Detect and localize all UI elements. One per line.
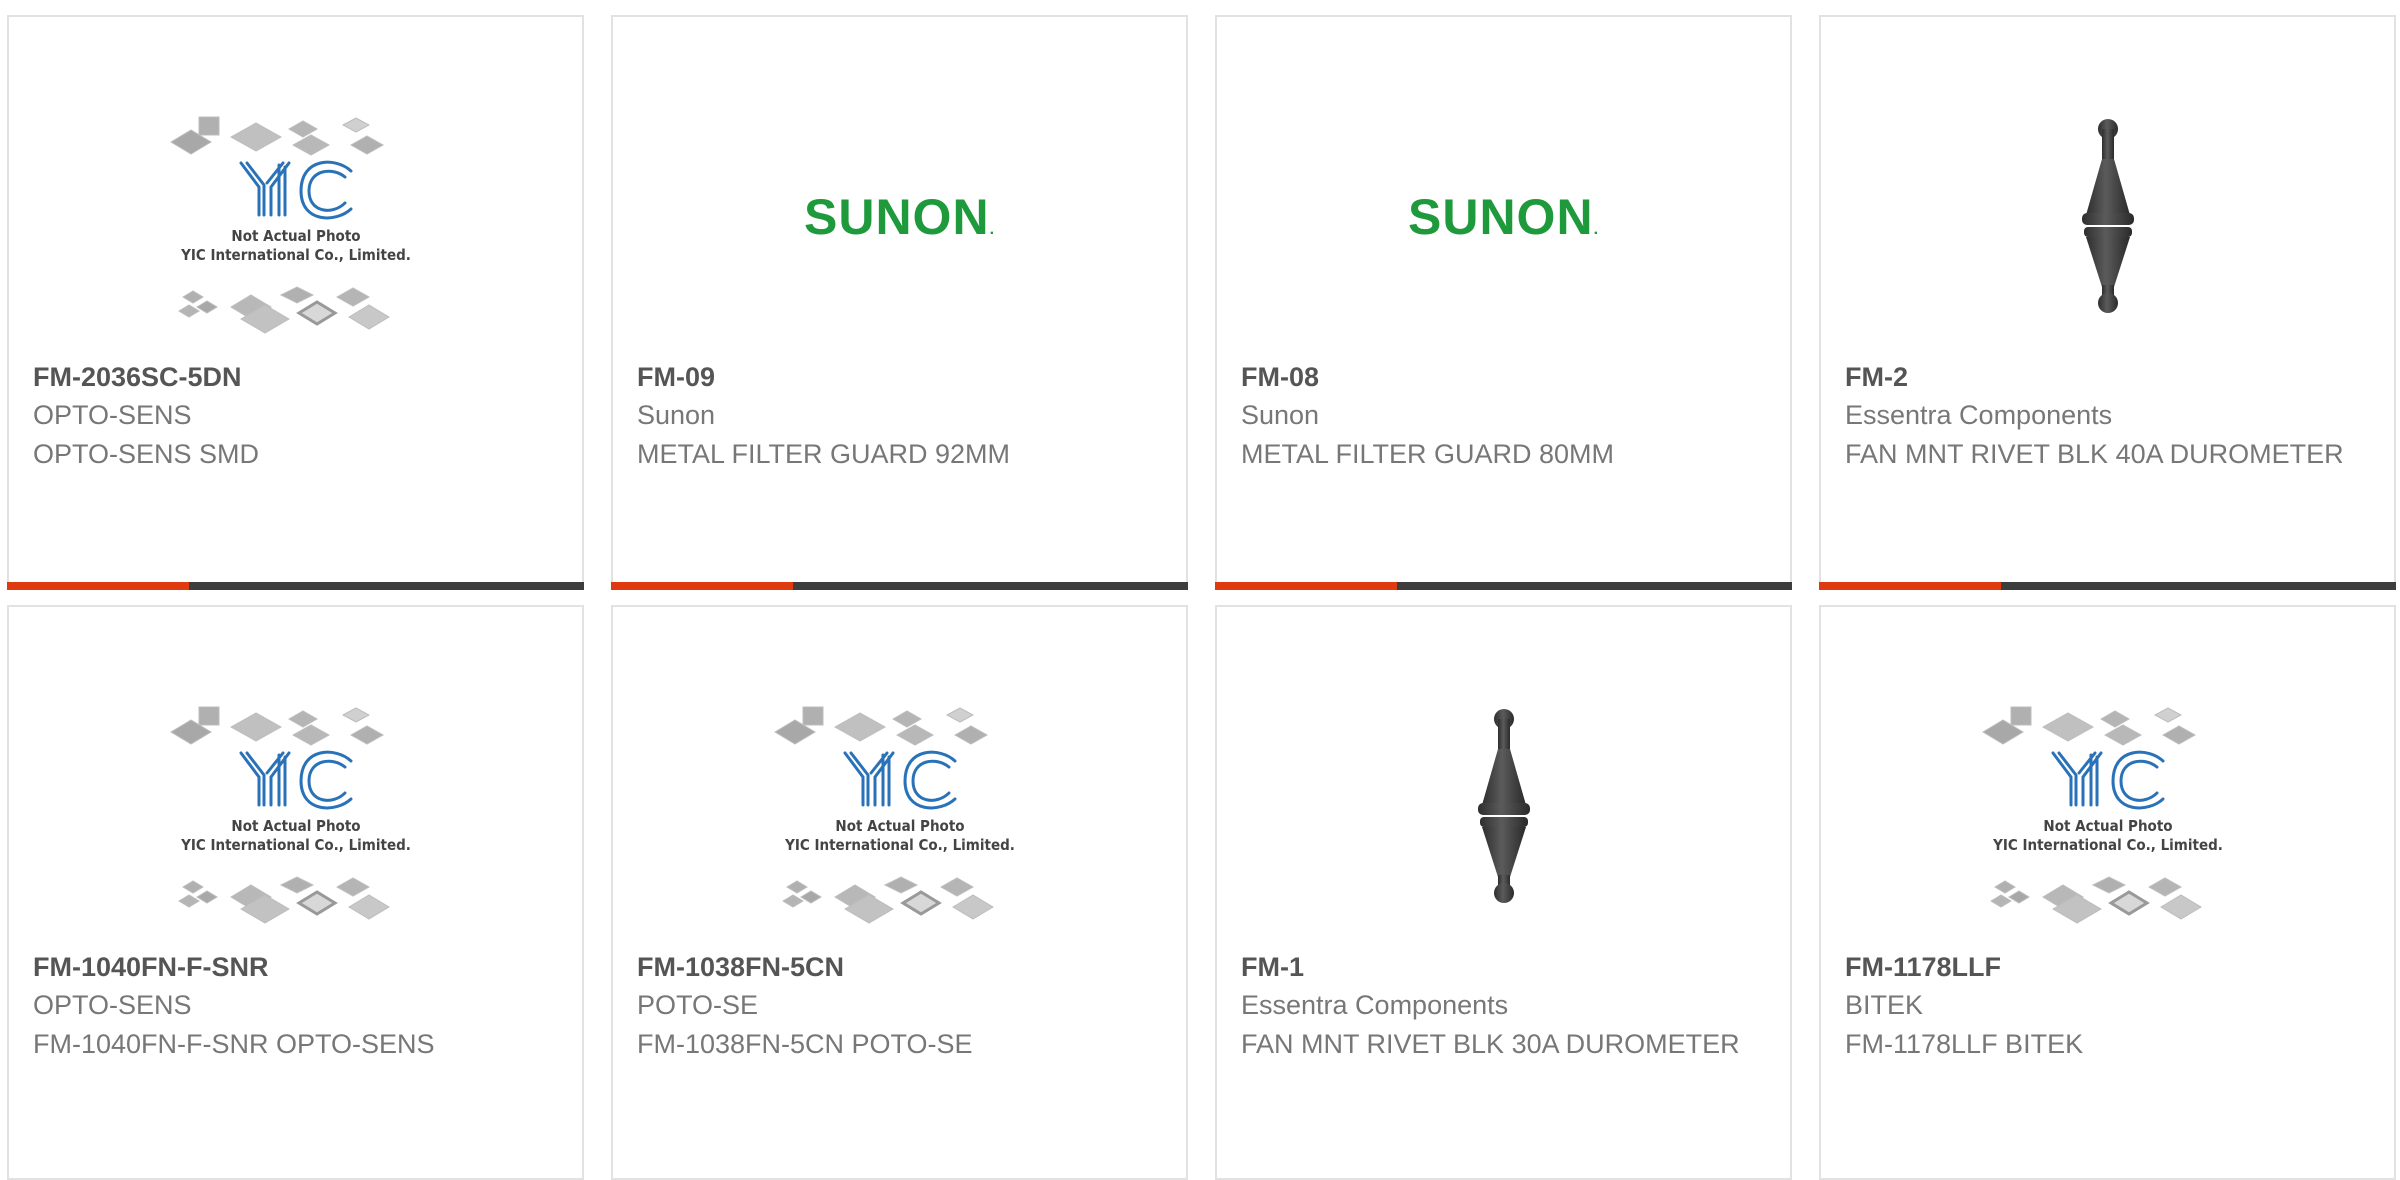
product-description: FM-1038FN-5CN POTO-SE	[637, 1029, 973, 1059]
placeholder-line2: YIC International Co., Limited.	[1992, 836, 2223, 854]
card-bottom-bar	[611, 582, 1188, 590]
product-card[interactable]: FM-1 Essentra Components FAN MNT RIVET BLK…	[1215, 605, 1792, 1180]
product-image[interactable]: SUNON.	[1217, 77, 1790, 357]
card-accent-bar	[7, 582, 189, 590]
part-number-link[interactable]: FM-1178LLF	[1845, 952, 2001, 983]
part-number-link[interactable]: FM-09	[637, 362, 715, 393]
sunon-logo: SUNON.	[803, 189, 996, 245]
product-card[interactable]: Not Actual Photo YIC International Co., …	[7, 15, 584, 590]
manufacturer-name: OPTO-SENS	[33, 400, 192, 430]
product-description: FM-1178LLF BITEK	[1845, 1029, 2084, 1059]
product-card[interactable]: SUNON. FM-08 Sunon METAL FILTER GUARD 80MM	[1215, 15, 1792, 590]
product-card[interactable]: Not Actual Photo YIC International Co., …	[7, 605, 584, 1180]
product-description: FM-1040FN-F-SNR OPTO-SENS	[33, 1029, 435, 1059]
yic-placeholder-image: Not Actual Photo YIC International Co., …	[169, 706, 411, 924]
manufacturer-name: BITEK	[1845, 990, 1924, 1020]
product-image[interactable]	[1217, 667, 1790, 947]
manufacturer-name: Essentra Components	[1241, 990, 1509, 1020]
card-bottom-bar	[7, 582, 584, 590]
manufacturer-name: Essentra Components	[1845, 400, 2113, 430]
placeholder-line1: Not Actual Photo	[231, 227, 360, 245]
rivet-photo	[2081, 119, 2134, 313]
manufacturer-name: POTO-SE	[637, 990, 759, 1020]
card-accent-bar	[1819, 582, 2001, 590]
placeholder-line2: YIC International Co., Limited.	[784, 836, 1015, 854]
product-description: OPTO-SENS SMD	[33, 439, 260, 469]
product-description: FAN MNT RIVET BLK 40A DUROMETER	[1845, 439, 2344, 469]
placeholder-line1: Not Actual Photo	[835, 817, 964, 835]
product-image[interactable]: SUNON.	[613, 77, 1186, 357]
product-image[interactable]: Not Actual Photo YIC International Co., …	[9, 77, 582, 357]
manufacturer-name: Sunon	[637, 400, 716, 430]
manufacturer-name: Sunon	[1241, 400, 1320, 430]
rivet-photo	[1477, 709, 1530, 903]
product-card[interactable]: Not Actual Photo YIC International Co., …	[611, 605, 1188, 1180]
card-bottom-bar	[1819, 582, 2396, 590]
product-grid: Not Actual Photo YIC International Co., …	[0, 0, 2400, 1180]
part-number-link[interactable]: FM-2036SC-5DN	[33, 362, 242, 393]
card-accent-bar	[611, 582, 793, 590]
yic-placeholder-image: Not Actual Photo YIC International Co., …	[773, 706, 1015, 924]
product-description: METAL FILTER GUARD 80MM	[1241, 439, 1615, 469]
product-image[interactable]: Not Actual Photo YIC International Co., …	[613, 667, 1186, 947]
placeholder-line1: Not Actual Photo	[2043, 817, 2172, 835]
product-image[interactable]: Not Actual Photo YIC International Co., …	[1821, 667, 2394, 947]
placeholder-line2: YIC International Co., Limited.	[180, 836, 411, 854]
product-description: FAN MNT RIVET BLK 30A DUROMETER	[1241, 1029, 1740, 1059]
product-card[interactable]: FM-2 Essentra Components FAN MNT RIVET BLK…	[1819, 15, 2396, 590]
placeholder-line2: YIC International Co., Limited.	[180, 246, 411, 264]
part-number-link[interactable]: FM-1038FN-5CN	[637, 952, 844, 983]
sunon-logo: SUNON.	[1407, 189, 1600, 245]
product-image[interactable]	[1821, 77, 2394, 357]
card-accent-bar	[1215, 582, 1397, 590]
part-number-link[interactable]: FM-08	[1241, 362, 1319, 393]
manufacturer-name: OPTO-SENS	[33, 990, 192, 1020]
yic-placeholder-image: Not Actual Photo YIC International Co., …	[1981, 706, 2223, 924]
yic-placeholder-image: Not Actual Photo YIC International Co., …	[169, 116, 411, 334]
placeholder-line1: Not Actual Photo	[231, 817, 360, 835]
product-image[interactable]: Not Actual Photo YIC International Co., …	[9, 667, 582, 947]
part-number-link[interactable]: FM-1040FN-F-SNR	[33, 952, 269, 983]
product-card[interactable]: SUNON. FM-09 Sunon METAL FILTER GUARD 92MM	[611, 15, 1188, 590]
part-number-link[interactable]: FM-1	[1241, 952, 1304, 983]
product-description: METAL FILTER GUARD 92MM	[637, 439, 1011, 469]
part-number-link[interactable]: FM-2	[1845, 362, 1908, 393]
product-card[interactable]: Not Actual Photo YIC International Co., …	[1819, 605, 2396, 1180]
card-bottom-bar	[1215, 582, 1792, 590]
